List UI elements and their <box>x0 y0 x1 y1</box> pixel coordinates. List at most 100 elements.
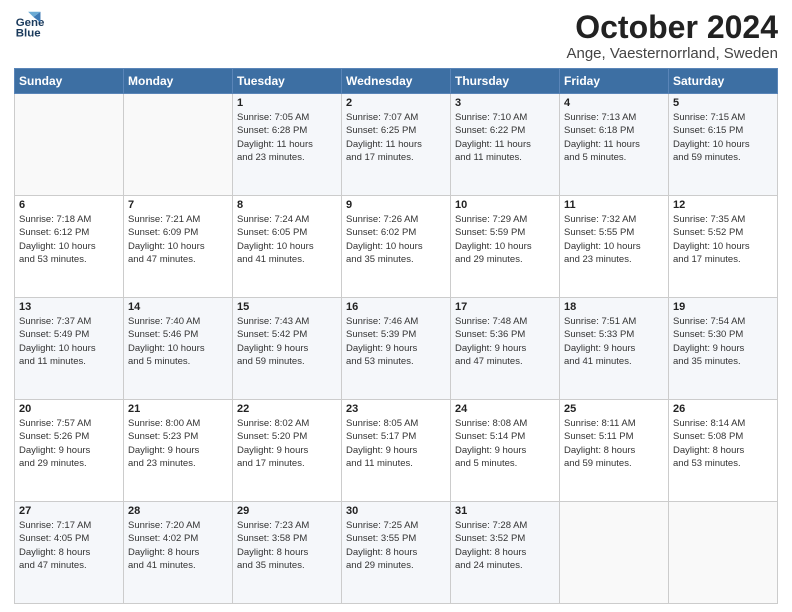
header-friday: Friday <box>560 69 669 94</box>
day-number: 12 <box>673 199 773 211</box>
table-row: 15 Sunrise: 7:43 AMSunset: 5:42 PMDayligh… <box>233 298 342 400</box>
day-info: Sunrise: 7:54 AMSunset: 5:30 PMDaylight:… <box>673 315 773 368</box>
day-info: Sunrise: 7:05 AMSunset: 6:28 PMDaylight:… <box>237 111 337 164</box>
table-row: 26 Sunrise: 8:14 AMSunset: 5:08 PMDayligh… <box>669 400 778 502</box>
table-row: 7 Sunrise: 7:21 AMSunset: 6:09 PMDaylight… <box>124 196 233 298</box>
day-number: 27 <box>19 505 119 517</box>
table-row: 6Sunrise: 7:18 AMSunset: 6:12 PMDaylight… <box>15 196 124 298</box>
table-row: 4Sunrise: 7:13 AMSunset: 6:18 PMDaylight… <box>560 94 669 196</box>
table-row: 27Sunrise: 7:17 AMSunset: 4:05 PMDayligh… <box>15 502 124 604</box>
table-row: 20 Sunrise: 7:57 AMSunset: 5:26 PMDayligh… <box>15 400 124 502</box>
table-row: 2 Sunrise: 7:07 AMSunset: 6:25 PMDaylight… <box>342 94 451 196</box>
day-info: Sunrise: 7:32 AMSunset: 5:55 PMDaylight:… <box>564 213 664 266</box>
header-saturday: Saturday <box>669 69 778 94</box>
table-row: 22Sunrise: 8:02 AMSunset: 5:20 PMDayligh… <box>233 400 342 502</box>
table-row: 1Sunrise: 7:05 AMSunset: 6:28 PMDaylight… <box>233 94 342 196</box>
day-number: 24 <box>455 403 555 415</box>
title-section: October 2024 Ange, Vaesternorrland, Swed… <box>566 10 778 62</box>
table-row <box>124 94 233 196</box>
table-row: 25 Sunrise: 8:11 AMSunset: 5:11 PMDayligh… <box>560 400 669 502</box>
day-number: 7 <box>128 199 228 211</box>
day-info: Sunrise: 7:28 AMSunset: 3:52 PMDaylight:… <box>455 519 555 572</box>
day-info: Sunrise: 8:00 AMSunset: 5:23 PMDaylight:… <box>128 417 228 470</box>
day-number: 26 <box>673 403 773 415</box>
day-number: 6 <box>19 199 119 211</box>
day-info: Sunrise: 7:24 AMSunset: 6:05 PMDaylight:… <box>237 213 337 266</box>
calendar-table: Sunday Monday Tuesday Wednesday Thursday… <box>14 68 778 604</box>
table-row <box>560 502 669 604</box>
day-info: Sunrise: 7:23 AMSunset: 3:58 PMDaylight:… <box>237 519 337 572</box>
day-number: 25 <box>564 403 664 415</box>
table-row: 29 Sunrise: 7:23 AMSunset: 3:58 PMDayligh… <box>233 502 342 604</box>
day-info: Sunrise: 7:29 AMSunset: 5:59 PMDaylight:… <box>455 213 555 266</box>
table-row <box>669 502 778 604</box>
day-number: 9 <box>346 199 446 211</box>
day-number: 16 <box>346 301 446 313</box>
header: General Blue October 2024 Ange, Vaestern… <box>14 10 778 62</box>
day-number: 13 <box>19 301 119 313</box>
table-row: 5 Sunrise: 7:15 AMSunset: 6:15 PMDaylight… <box>669 94 778 196</box>
table-row: 21Sunrise: 8:00 AMSunset: 5:23 PMDayligh… <box>124 400 233 502</box>
logo: General Blue <box>14 10 44 40</box>
day-info: Sunrise: 7:13 AMSunset: 6:18 PMDaylight:… <box>564 111 664 164</box>
day-number: 5 <box>673 97 773 109</box>
day-info: Sunrise: 7:37 AMSunset: 5:49 PMDaylight:… <box>19 315 119 368</box>
table-row: 16 Sunrise: 7:46 AMSunset: 5:39 PMDayligh… <box>342 298 451 400</box>
day-info: Sunrise: 7:40 AMSunset: 5:46 PMDaylight:… <box>128 315 228 368</box>
week-row-5: 27Sunrise: 7:17 AMSunset: 4:05 PMDayligh… <box>15 502 778 604</box>
day-info: Sunrise: 8:14 AMSunset: 5:08 PMDaylight:… <box>673 417 773 470</box>
table-row: 18 Sunrise: 7:51 AMSunset: 5:33 PMDayligh… <box>560 298 669 400</box>
header-monday: Monday <box>124 69 233 94</box>
day-info: Sunrise: 7:21 AMSunset: 6:09 PMDaylight:… <box>128 213 228 266</box>
day-number: 23 <box>346 403 446 415</box>
day-number: 19 <box>673 301 773 313</box>
table-row: 10Sunrise: 7:29 AMSunset: 5:59 PMDayligh… <box>451 196 560 298</box>
day-info: Sunrise: 7:07 AMSunset: 6:25 PMDaylight:… <box>346 111 446 164</box>
header-wednesday: Wednesday <box>342 69 451 94</box>
table-row: 9 Sunrise: 7:26 AMSunset: 6:02 PMDaylight… <box>342 196 451 298</box>
table-row: 17Sunrise: 7:48 AMSunset: 5:36 PMDayligh… <box>451 298 560 400</box>
day-info: Sunrise: 7:43 AMSunset: 5:42 PMDaylight:… <box>237 315 337 368</box>
table-row <box>15 94 124 196</box>
day-info: Sunrise: 8:05 AMSunset: 5:17 PMDaylight:… <box>346 417 446 470</box>
table-row: 31 Sunrise: 7:28 AMSunset: 3:52 PMDayligh… <box>451 502 560 604</box>
day-info: Sunrise: 7:46 AMSunset: 5:39 PMDaylight:… <box>346 315 446 368</box>
day-info: Sunrise: 7:51 AMSunset: 5:33 PMDaylight:… <box>564 315 664 368</box>
day-number: 15 <box>237 301 337 313</box>
day-info: Sunrise: 7:15 AMSunset: 6:15 PMDaylight:… <box>673 111 773 164</box>
day-info: Sunrise: 8:11 AMSunset: 5:11 PMDaylight:… <box>564 417 664 470</box>
header-tuesday: Tuesday <box>233 69 342 94</box>
logo-icon: General Blue <box>14 10 44 40</box>
location-title: Ange, Vaesternorrland, Sweden <box>566 45 778 62</box>
day-info: Sunrise: 7:48 AMSunset: 5:36 PMDaylight:… <box>455 315 555 368</box>
day-number: 28 <box>128 505 228 517</box>
day-number: 14 <box>128 301 228 313</box>
calendar-page: General Blue October 2024 Ange, Vaestern… <box>0 0 792 612</box>
table-row: 13 Sunrise: 7:37 AMSunset: 5:49 PMDayligh… <box>15 298 124 400</box>
day-number: 29 <box>237 505 337 517</box>
day-info: Sunrise: 7:10 AMSunset: 6:22 PMDaylight:… <box>455 111 555 164</box>
day-number: 3 <box>455 97 555 109</box>
header-thursday: Thursday <box>451 69 560 94</box>
day-number: 22 <box>237 403 337 415</box>
week-row-3: 13 Sunrise: 7:37 AMSunset: 5:49 PMDayligh… <box>15 298 778 400</box>
day-info: Sunrise: 7:20 AMSunset: 4:02 PMDaylight:… <box>128 519 228 572</box>
day-number: 20 <box>19 403 119 415</box>
day-number: 2 <box>346 97 446 109</box>
table-row: 28 Sunrise: 7:20 AMSunset: 4:02 PMDayligh… <box>124 502 233 604</box>
week-row-2: 6Sunrise: 7:18 AMSunset: 6:12 PMDaylight… <box>15 196 778 298</box>
table-row: 11Sunrise: 7:32 AMSunset: 5:55 PMDayligh… <box>560 196 669 298</box>
weekday-header-row: Sunday Monday Tuesday Wednesday Thursday… <box>15 69 778 94</box>
table-row: 14 Sunrise: 7:40 AMSunset: 5:46 PMDayligh… <box>124 298 233 400</box>
table-row: 23 Sunrise: 8:05 AMSunset: 5:17 PMDayligh… <box>342 400 451 502</box>
day-number: 18 <box>564 301 664 313</box>
day-number: 31 <box>455 505 555 517</box>
month-title: October 2024 <box>566 10 778 45</box>
week-row-1: 1Sunrise: 7:05 AMSunset: 6:28 PMDaylight… <box>15 94 778 196</box>
day-info: Sunrise: 7:26 AMSunset: 6:02 PMDaylight:… <box>346 213 446 266</box>
table-row: 30Sunrise: 7:25 AMSunset: 3:55 PMDayligh… <box>342 502 451 604</box>
day-info: Sunrise: 7:57 AMSunset: 5:26 PMDaylight:… <box>19 417 119 470</box>
header-sunday: Sunday <box>15 69 124 94</box>
table-row: 8 Sunrise: 7:24 AMSunset: 6:05 PMDaylight… <box>233 196 342 298</box>
day-number: 8 <box>237 199 337 211</box>
